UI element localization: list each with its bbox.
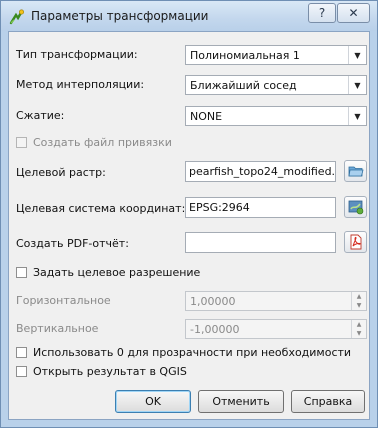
compression-label: Сжатие: [16, 109, 65, 122]
help-label: ? [318, 6, 326, 20]
folder-open-icon [348, 166, 364, 177]
cancel-button[interactable]: Отменить [198, 390, 284, 413]
load-in-qgis-label: Открыть результат в QGIS [33, 365, 187, 378]
resampling-label: Метод интерполяции: [16, 78, 145, 91]
vertical-spinbox[interactable]: -1,00000 ▲ ▼ [185, 319, 367, 339]
transform-type-label: Тип трансформации: [16, 48, 138, 61]
compression-select[interactable]: NONE ▼ [185, 106, 367, 126]
chevron-down-icon: ▼ [348, 46, 366, 64]
checkbox-box [16, 267, 27, 278]
horizontal-label: Горизонтальное [16, 294, 111, 307]
resampling-select[interactable]: Ближайший сосед ▼ [185, 75, 367, 95]
transform-type-select[interactable]: Полиномиальная 1 ▼ [185, 45, 367, 65]
transform-type-value: Полиномиальная 1 [190, 49, 300, 62]
dialog-body: Тип трансформации: Полиномиальная 1 ▼ Ме… [8, 31, 370, 420]
close-button[interactable]: ✕ [337, 3, 370, 23]
load-in-qgis-checkbox[interactable]: Открыть результат в QGIS [16, 365, 187, 378]
compression-value: NONE [190, 110, 223, 123]
target-crs-input[interactable]: EPSG:2964 [185, 197, 336, 218]
help-button[interactable]: Справка [291, 390, 365, 413]
vertical-value: -1,00000 [190, 323, 240, 336]
help-button-label: Справка [303, 395, 353, 408]
select-crs-button[interactable] [344, 196, 367, 218]
horizontal-spinbox[interactable]: 1,00000 ▲ ▼ [185, 291, 367, 311]
world-file-label: Создать файл привязки [33, 136, 172, 149]
use-zero-transparency-label: Использовать 0 для прозрачности при необ… [33, 346, 352, 359]
set-resolution-checkbox[interactable]: Задать целевое разрешение [16, 266, 200, 279]
set-resolution-label: Задать целевое разрешение [33, 266, 201, 279]
crs-globe-icon [348, 200, 363, 215]
target-crs-value: EPSG:2964 [189, 201, 250, 214]
use-zero-transparency-checkbox[interactable]: Использовать 0 для прозрачности при необ… [16, 346, 351, 359]
spin-arrows-icon: ▲ ▼ [351, 320, 366, 338]
browse-raster-button[interactable] [344, 160, 367, 182]
pdf-browse-button[interactable] [344, 231, 367, 253]
chevron-down-icon: ▼ [348, 76, 366, 94]
checkbox-box [16, 366, 27, 377]
cancel-label: Отменить [212, 395, 270, 408]
chevron-down-icon: ▼ [348, 107, 366, 125]
pdf-report-input[interactable] [185, 232, 336, 253]
window-title: Параметры трансформации [31, 9, 209, 23]
title-help-button[interactable]: ? [308, 3, 336, 23]
target-crs-label: Целевая система координат: [16, 202, 186, 215]
world-file-checkbox[interactable]: Создать файл привязки [16, 136, 172, 149]
title-bar[interactable]: Параметры трансформации ? ✕ [1, 1, 377, 31]
target-raster-input[interactable]: pearfish_topo24_modified.tif [185, 161, 336, 182]
checkbox-box [16, 137, 27, 148]
dialog-window: Параметры трансформации ? ✕ Тип трансфор… [0, 0, 378, 428]
ok-label: OK [145, 395, 161, 408]
horizontal-value: 1,00000 [190, 295, 236, 308]
pdf-report-label: Создать PDF-отчёт: [16, 237, 129, 250]
resampling-value: Ближайший сосед [190, 79, 297, 92]
pdf-file-icon [350, 234, 361, 250]
qgis-georeferencer-icon [9, 9, 25, 25]
ok-button[interactable]: OK [115, 390, 191, 413]
target-raster-label: Целевой растр: [16, 166, 106, 179]
spin-arrows-icon: ▲ ▼ [351, 292, 366, 310]
checkbox-box [16, 347, 27, 358]
target-raster-value: pearfish_topo24_modified.tif [189, 165, 336, 178]
close-icon: ✕ [348, 6, 359, 20]
vertical-label: Вертикальное [16, 322, 99, 335]
